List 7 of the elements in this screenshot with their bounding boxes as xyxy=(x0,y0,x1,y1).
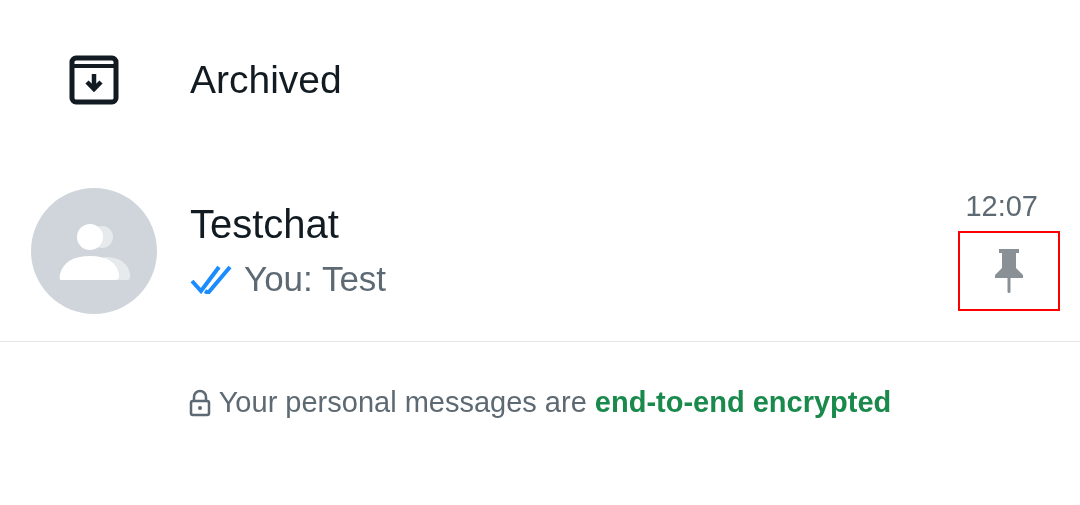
encryption-notice: Your personal messages are end-to-end encrypted xyxy=(218,386,892,419)
archive-icon xyxy=(69,55,119,105)
message-preview: You: Test xyxy=(244,259,387,299)
chat-name: Testchat xyxy=(190,202,340,247)
archived-label[interactable]: Archived xyxy=(190,58,342,102)
lock-icon xyxy=(188,388,211,417)
message-time: 12:07 xyxy=(965,190,1038,223)
